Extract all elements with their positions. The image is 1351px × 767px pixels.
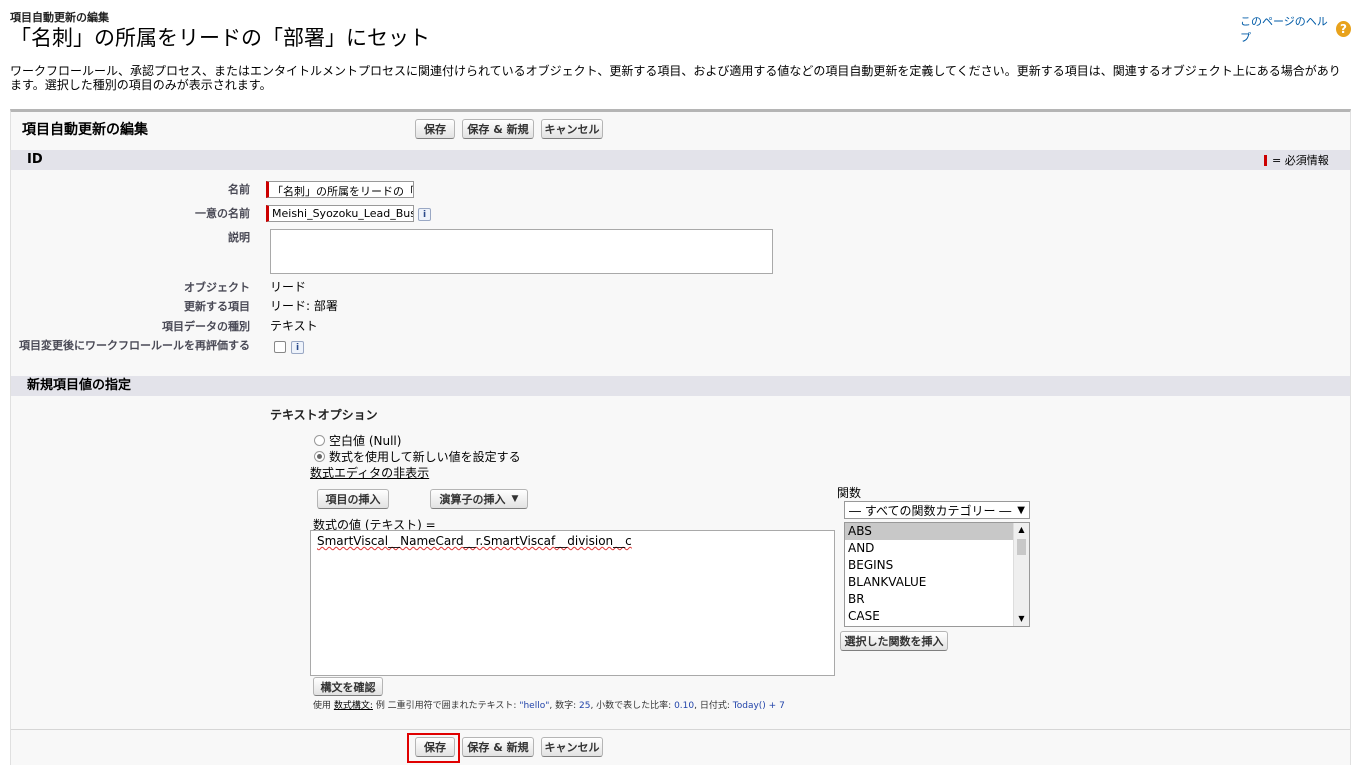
help-link[interactable]: このページのヘルプ ? xyxy=(1240,13,1351,45)
check-syntax-button[interactable]: 構文を確認 xyxy=(313,677,383,696)
chevron-down-icon: ▼ xyxy=(511,494,519,504)
datatype-label: 項目データの種別 xyxy=(162,320,250,333)
bottom-separator xyxy=(11,729,1350,730)
hide-formula-editor-link[interactable]: 数式エディタの非表示 xyxy=(310,464,429,481)
hint-example-text: "hello" xyxy=(519,701,550,711)
formula-value: SmartViscal__NameCard__r.SmartViscaf__di… xyxy=(317,534,632,548)
formula-syntax-link[interactable]: 数式構文: xyxy=(334,701,373,711)
insert-selected-function-button[interactable]: 選択した関数を挿入 xyxy=(840,631,948,651)
save-new-button-bottom[interactable]: 保存 & 新規 xyxy=(462,737,534,757)
function-option-and[interactable]: AND xyxy=(845,540,1013,557)
unique-name-label: 一意の名前 xyxy=(195,207,250,220)
text-options-label: テキストオプション xyxy=(270,408,378,422)
formula-textarea[interactable]: SmartViscal__NameCard__r.SmartViscaf__di… xyxy=(310,530,835,676)
function-option-abs[interactable]: ABS xyxy=(845,523,1013,540)
object-label: オブジェクト xyxy=(184,281,250,294)
required-marker-icon xyxy=(1264,154,1267,166)
radio-null-option[interactable]: 空白値 (Null) xyxy=(314,432,401,449)
scroll-up-icon[interactable]: ▲ xyxy=(1014,523,1029,537)
formula-syntax-hint: 使用 数式構文: 例 二重引用符で囲まれたテキスト: "hello", 数字: … xyxy=(313,698,785,711)
scroll-thumb[interactable] xyxy=(1017,539,1026,555)
field-to-update-label: 更新する項目 xyxy=(184,300,250,313)
radio-null-label: 空白値 (Null) xyxy=(329,434,402,448)
unique-name-field[interactable]: Meishi_Syozoku_Lead_Busho xyxy=(266,205,414,222)
dropdown-arrow-icon: ▼ xyxy=(1017,504,1025,516)
page-description: ワークフロールール、承認プロセス、またはエンタイトルメントプロセスに関連付けられ… xyxy=(10,64,1341,92)
cancel-button-bottom[interactable]: キャンセル xyxy=(541,737,603,757)
name-label: 名前 xyxy=(228,183,250,196)
description-label: 説明 xyxy=(228,231,250,244)
cancel-button[interactable]: キャンセル xyxy=(541,119,603,139)
insert-operator-button[interactable]: 演算子の挿入 ▼ xyxy=(430,489,528,509)
field-to-update-value: リード: 部署 xyxy=(270,299,338,313)
function-option-br[interactable]: BR xyxy=(845,591,1013,608)
reevaluate-label: 項目変更後にワークフロールールを再評価する xyxy=(19,339,250,352)
save-button[interactable]: 保存 xyxy=(415,119,455,139)
top-button-bar: 保存 保存 & 新規 キャンセル xyxy=(415,119,603,139)
hint-prefix: 使用 xyxy=(313,701,332,711)
radio-formula-label: 数式を使用して新しい値を設定する xyxy=(329,450,521,464)
hint-example-number: 25 xyxy=(578,701,591,711)
hint-date-label: , 日付式: xyxy=(694,701,730,711)
function-category-select[interactable]: ― すべての関数カテゴリー ― ▼ xyxy=(844,501,1030,519)
hint-percent-label: , 小数で表した比率: xyxy=(590,701,672,711)
functions-scrollbar[interactable]: ▲ ▼ xyxy=(1013,523,1029,626)
required-legend: = 必須情報 xyxy=(1264,152,1329,168)
help-icon[interactable]: ? xyxy=(1336,21,1351,37)
save-new-button[interactable]: 保存 & 新規 xyxy=(462,119,534,139)
name-field[interactable]: 「名刺」の所属をリードの「部署」にセット xyxy=(266,181,414,198)
insert-field-button[interactable]: 項目の挿入 xyxy=(317,489,389,509)
save-button-highlight xyxy=(407,733,460,763)
radio-formula[interactable] xyxy=(314,451,325,462)
hint-example-date: Today() + 7 xyxy=(732,701,785,711)
functions-listbox[interactable]: ABS AND BEGINS BLANKVALUE BR CASE ▲ ▼ xyxy=(844,522,1030,627)
section-header-id: ID xyxy=(11,150,1350,170)
functions-label: 関数 xyxy=(837,486,862,500)
radio-null[interactable] xyxy=(314,435,325,446)
reevaluate-checkbox[interactable] xyxy=(274,341,286,353)
info-icon[interactable]: i xyxy=(418,208,431,221)
required-legend-text: = 必須情報 xyxy=(1272,154,1329,167)
insert-operator-label: 演算子の挿入 xyxy=(439,493,506,506)
radio-formula-option[interactable]: 数式を使用して新しい値を設定する xyxy=(314,448,521,465)
hint-example-percent: 0.10 xyxy=(674,701,695,711)
help-link-label[interactable]: このページのヘルプ xyxy=(1240,13,1332,45)
function-option-begins[interactable]: BEGINS xyxy=(845,557,1013,574)
section-header-new-value: 新規項目値の指定 xyxy=(11,376,1350,396)
function-option-case[interactable]: CASE xyxy=(845,608,1013,625)
hint-text: 例 二重引用符で囲まれたテキスト: xyxy=(375,701,517,711)
object-value: リード xyxy=(270,280,307,294)
function-category-value: ― すべての関数カテゴリー ― xyxy=(849,503,1012,518)
function-option-blankvalue[interactable]: BLANKVALUE xyxy=(845,574,1013,591)
hint-number-label: , 数字: xyxy=(549,701,577,711)
info-icon[interactable]: i xyxy=(291,341,304,354)
page-title: 「名刺」の所属をリードの「部署」にセット xyxy=(10,26,430,50)
scroll-down-icon[interactable]: ▼ xyxy=(1014,612,1029,626)
datatype-value: テキスト xyxy=(270,319,318,333)
description-textarea[interactable] xyxy=(270,229,773,274)
panel-title: 項目自動更新の編集 xyxy=(22,122,148,138)
